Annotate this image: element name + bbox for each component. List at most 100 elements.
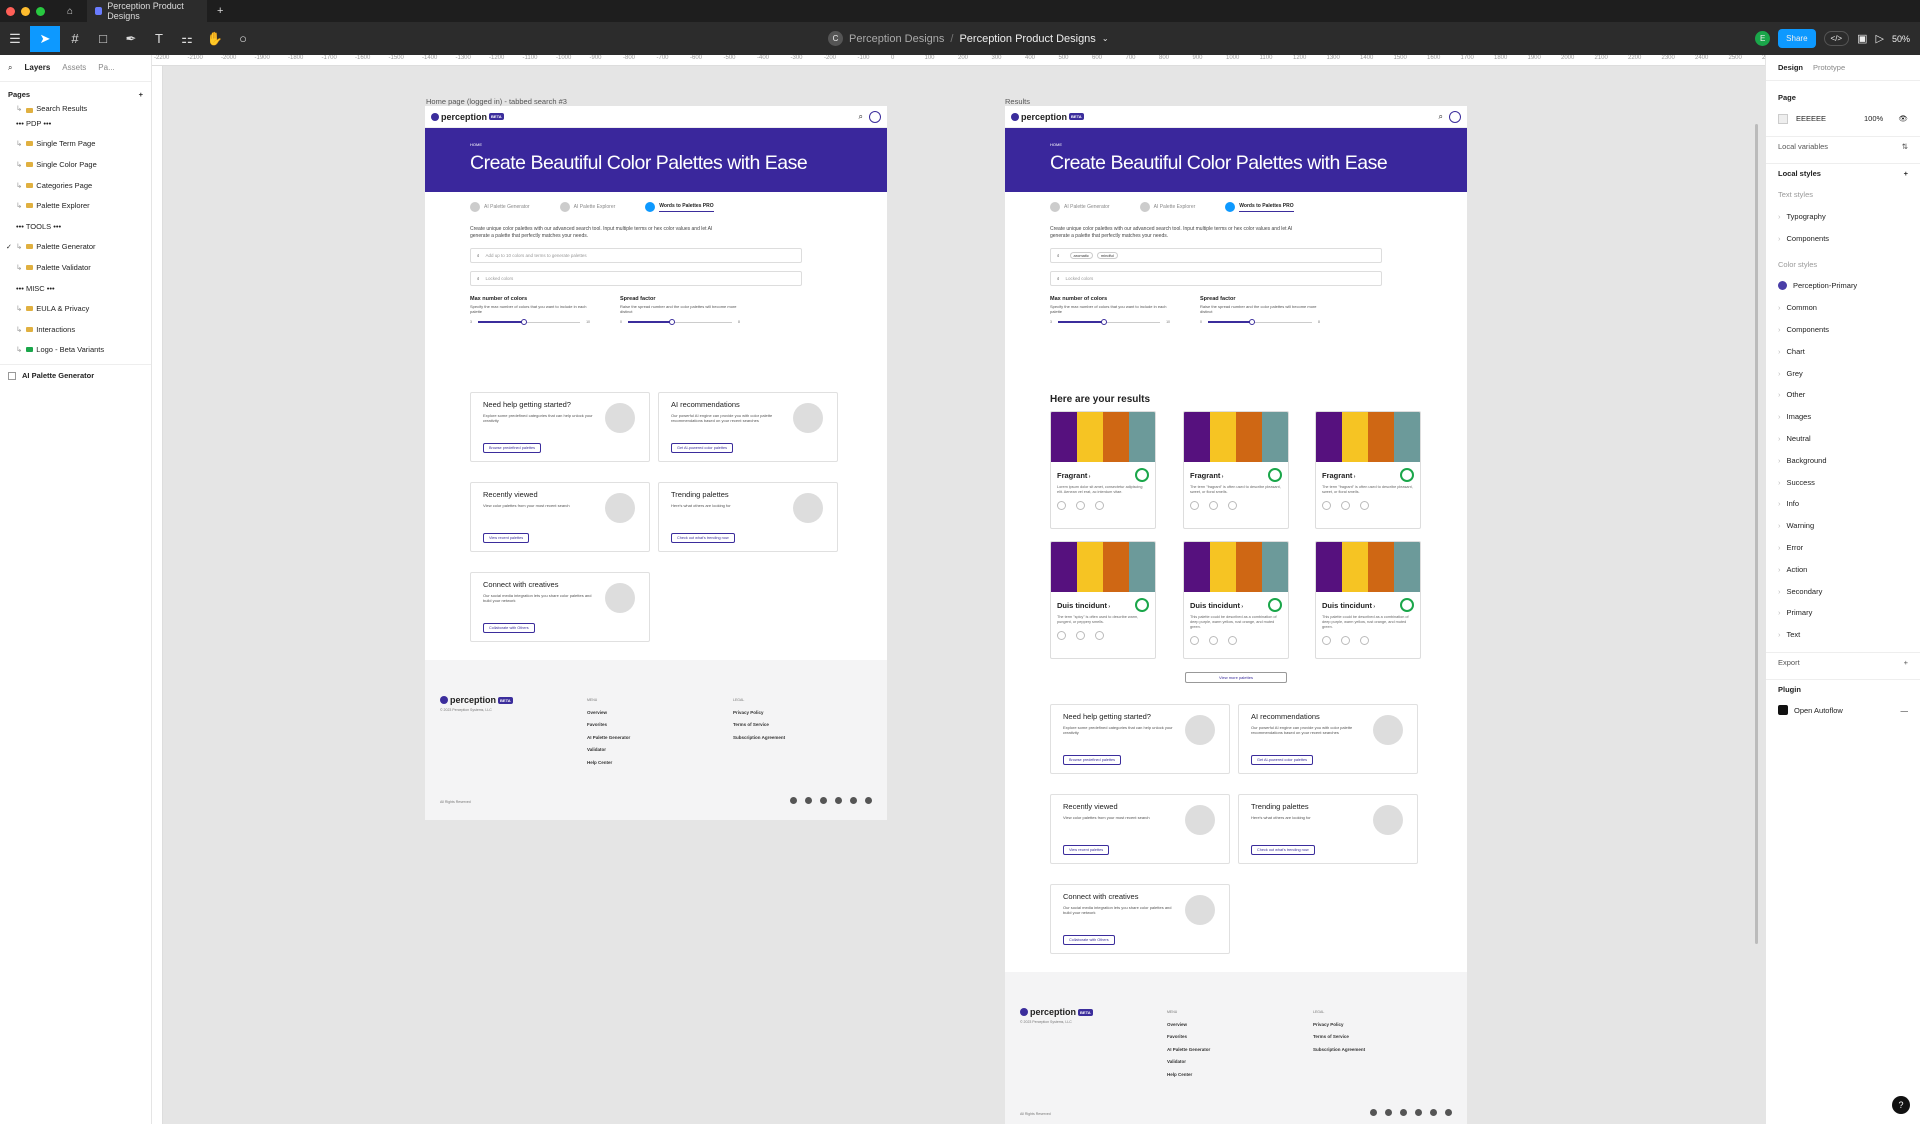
footer-link[interactable]: Privacy Policy: [733, 710, 764, 715]
color-style-item[interactable]: › Components: [1766, 319, 1920, 341]
max-slider[interactable]: [477, 319, 581, 325]
dribbble-icon[interactable]: [1445, 1109, 1452, 1116]
footer-link[interactable]: Validator: [587, 747, 606, 752]
user-avatar[interactable]: E: [1755, 31, 1771, 46]
comment-tool-icon[interactable]: ○: [230, 26, 256, 52]
page-opacity[interactable]: 100%: [1864, 114, 1883, 123]
move-tool-icon[interactable]: ➤: [30, 25, 60, 52]
canvas[interactable]: Home page (logged in) - tabbed search #3…: [163, 66, 1765, 1124]
palette-card[interactable]: Fragrant › The term "fragrant" is often u…: [1183, 411, 1289, 529]
palette-card-title[interactable]: Duis tincidunt ›: [1184, 592, 1288, 612]
color-style-item[interactable]: › Warning: [1766, 515, 1920, 537]
swatch-color[interactable]: [1236, 412, 1262, 462]
slider-handle[interactable]: [1100, 319, 1107, 325]
page-selector[interactable]: Pa...: [98, 63, 114, 73]
text-style-item[interactable]: › Components: [1766, 227, 1920, 249]
color-style-item[interactable]: › Background: [1766, 449, 1920, 471]
tab-tab3[interactable]: Words to Palettes PRO: [645, 202, 714, 212]
search-icon[interactable]: ⌕: [1439, 112, 1443, 122]
pinterest-icon[interactable]: [1430, 1109, 1437, 1116]
share-button[interactable]: Share: [1778, 29, 1816, 48]
palette-card[interactable]: Fragrant › The term "fragrant" is often u…: [1315, 411, 1421, 529]
footer-link[interactable]: AI Palette Generator: [1167, 1047, 1210, 1052]
frame-results[interactable]: perception BETA ⌕ HOME Create Beautiful Colo…: [1005, 106, 1467, 1124]
main-menu-icon[interactable]: ☰: [2, 26, 28, 52]
palette-swatch[interactable]: [1051, 542, 1155, 592]
heart-icon[interactable]: [1322, 636, 1331, 645]
page-item[interactable]: ✓ ↳ Palette Generator: [0, 237, 151, 258]
facebook-icon[interactable]: [1370, 1109, 1377, 1116]
share-icon[interactable]: [1209, 636, 1218, 645]
zoom-level[interactable]: 50%: [1892, 34, 1910, 44]
footer-link[interactable]: Privacy Policy: [1313, 1022, 1344, 1027]
swatch-color[interactable]: [1316, 412, 1342, 462]
file-tab[interactable]: Perception Product Designs: [87, 0, 208, 22]
color-style-item[interactable]: › Error: [1766, 537, 1920, 559]
palette-card-title[interactable]: Duis tincidunt ›: [1316, 592, 1420, 612]
feature-card-button[interactable]: View recent palettes: [1063, 845, 1110, 855]
color-style-item[interactable]: › Success: [1766, 471, 1920, 493]
twitter-icon[interactable]: [805, 797, 812, 804]
add-style-button[interactable]: +: [1904, 169, 1908, 178]
close-window-button[interactable]: [6, 6, 15, 16]
footer-link[interactable]: Overview: [587, 710, 607, 715]
export-icon[interactable]: [1228, 501, 1237, 510]
page-color-swatch[interactable]: [1778, 113, 1788, 124]
swatch-color[interactable]: [1103, 412, 1129, 462]
tab-tab2[interactable]: AI Palette Explorer: [1139, 202, 1195, 212]
share-icon[interactable]: [1341, 501, 1350, 510]
spread-slider[interactable]: [1207, 319, 1313, 325]
footer-link[interactable]: Terms of Service: [733, 722, 769, 727]
heart-icon[interactable]: [1322, 501, 1331, 510]
dev-mode-toggle[interactable]: </>: [1823, 31, 1850, 46]
swatch-color[interactable]: [1077, 412, 1103, 462]
page-item[interactable]: ••• MISC •••: [0, 278, 151, 299]
color-style-item[interactable]: › Text: [1766, 624, 1920, 646]
feature-card-button[interactable]: Collaborate with Others: [1063, 935, 1115, 945]
swatch-color[interactable]: [1184, 412, 1210, 462]
page-item[interactable]: ↳ Logo - Beta Variants: [0, 340, 151, 361]
page-item[interactable]: ↳ Single Term Page: [0, 134, 151, 155]
spread-slider[interactable]: [627, 319, 733, 325]
feature-card-button[interactable]: Browse predefined palettes: [1063, 755, 1122, 765]
heart-icon[interactable]: [1057, 501, 1066, 510]
team-avatar[interactable]: C: [828, 31, 843, 46]
account-icon[interactable]: [869, 110, 881, 123]
footer-link[interactable]: Favorites: [587, 722, 607, 727]
swatch-color[interactable]: [1129, 412, 1155, 462]
swatch-color[interactable]: [1394, 542, 1420, 592]
feature-card-button[interactable]: Get AI-powered color palettes: [1251, 755, 1314, 765]
home-icon[interactable]: ⌂: [67, 6, 73, 17]
search-input[interactable]: ⌕ aromatic mindful: [1050, 248, 1382, 263]
export-icon[interactable]: [1360, 501, 1369, 510]
color-style-item[interactable]: › Secondary: [1766, 580, 1920, 602]
pen-tool-icon[interactable]: ✒: [118, 26, 144, 52]
color-style-item[interactable]: Perception-Primary: [1766, 275, 1920, 297]
swatch-color[interactable]: [1077, 542, 1103, 592]
facebook-icon[interactable]: [790, 797, 797, 804]
page-item[interactable]: ↳ Palette Validator: [0, 257, 151, 278]
palette-card-title[interactable]: Fragrant ›: [1316, 462, 1420, 482]
plugin-open-autoflow[interactable]: Open Autoflow: [1794, 706, 1843, 715]
heart-icon[interactable]: [1057, 631, 1066, 640]
footer-link[interactable]: Favorites: [1167, 1034, 1187, 1039]
swatch-color[interactable]: [1394, 412, 1420, 462]
swatch-color[interactable]: [1262, 412, 1288, 462]
palette-swatch[interactable]: [1051, 412, 1155, 462]
page-item[interactable]: ••• PDP •••: [0, 113, 151, 134]
palette-swatch[interactable]: [1184, 412, 1288, 462]
feature-card-button[interactable]: Collaborate with Others: [483, 623, 535, 633]
color-style-item[interactable]: › Primary: [1766, 602, 1920, 624]
instagram-icon[interactable]: [820, 797, 827, 804]
export-title[interactable]: Export: [1778, 658, 1800, 667]
swatch-color[interactable]: [1368, 412, 1394, 462]
export-icon[interactable]: [1228, 636, 1237, 645]
new-tab-button[interactable]: +: [217, 5, 223, 17]
share-icon[interactable]: [1341, 636, 1350, 645]
shape-tool-icon[interactable]: □: [90, 26, 116, 52]
share-icon[interactable]: [1076, 631, 1085, 640]
swatch-color[interactable]: [1210, 542, 1236, 592]
color-style-item[interactable]: › Neutral: [1766, 428, 1920, 450]
footer-link[interactable]: Validator: [1167, 1059, 1186, 1064]
footer-link[interactable]: Help Center: [1167, 1072, 1192, 1077]
